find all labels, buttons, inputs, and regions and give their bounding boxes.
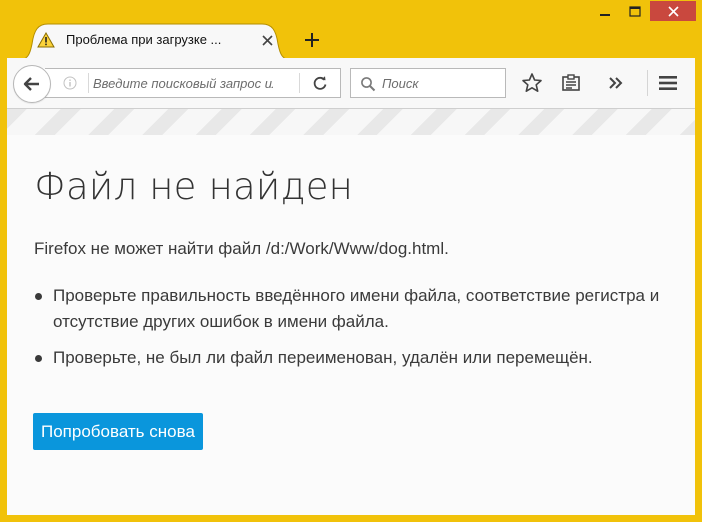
menu-button[interactable] <box>656 71 680 95</box>
browser-window: Проблема при загрузке ... Введите поиско… <box>0 0 702 522</box>
error-title: Файл не найден <box>34 165 354 208</box>
maximize-button[interactable] <box>620 1 650 21</box>
reload-divider <box>299 73 300 93</box>
back-arrow-icon <box>23 77 39 91</box>
suggestion-item: Проверьте, не был ли файл переименован, … <box>34 345 664 371</box>
reload-icon[interactable] <box>312 75 328 91</box>
info-icon[interactable] <box>63 76 77 90</box>
toolbar-separator <box>647 70 648 96</box>
search-input[interactable] <box>382 69 498 97</box>
plus-icon <box>305 33 319 47</box>
back-button[interactable] <box>13 65 51 103</box>
warning-icon <box>37 32 55 48</box>
url-divider <box>88 73 89 93</box>
close-window-button[interactable] <box>650 1 696 21</box>
search-icon <box>361 77 376 92</box>
overflow-button[interactable] <box>604 71 628 95</box>
hamburger-menu-icon <box>659 76 677 90</box>
chevron-double-right-icon <box>609 77 623 89</box>
suggestion-item: Проверьте правильность введённого имени … <box>34 283 664 335</box>
maximize-icon <box>629 5 641 17</box>
search-bar[interactable] <box>350 68 506 98</box>
tab-close-button[interactable] <box>258 31 276 49</box>
error-page: Файл не найден Firefox не может найти фа… <box>7 109 695 515</box>
minimize-icon <box>599 13 610 16</box>
window-controls <box>590 1 696 21</box>
close-icon <box>667 5 679 17</box>
retry-button[interactable]: Попробовать снова <box>33 413 203 450</box>
error-description: Firefox не может найти файл /d:/Work/Www… <box>34 239 449 258</box>
new-tab-button[interactable] <box>300 28 324 52</box>
star-icon <box>522 73 542 92</box>
bookmark-star-button[interactable] <box>520 71 544 95</box>
tab-title: Проблема при загрузке ... <box>66 32 222 47</box>
reading-list-button[interactable] <box>559 71 583 95</box>
error-suggestions: Проверьте правильность введённого имени … <box>34 283 664 381</box>
close-tab-icon <box>261 34 273 46</box>
title-bar: Проблема при загрузке ... <box>0 0 702 60</box>
minimize-button[interactable] <box>590 1 620 21</box>
error-stripes <box>7 109 695 135</box>
url-input[interactable] <box>93 69 273 97</box>
url-bar[interactable] <box>45 68 341 98</box>
tab-active[interactable]: Проблема при загрузке ... <box>18 20 292 60</box>
reading-list-icon <box>562 74 580 91</box>
navigation-toolbar <box>7 58 695 109</box>
